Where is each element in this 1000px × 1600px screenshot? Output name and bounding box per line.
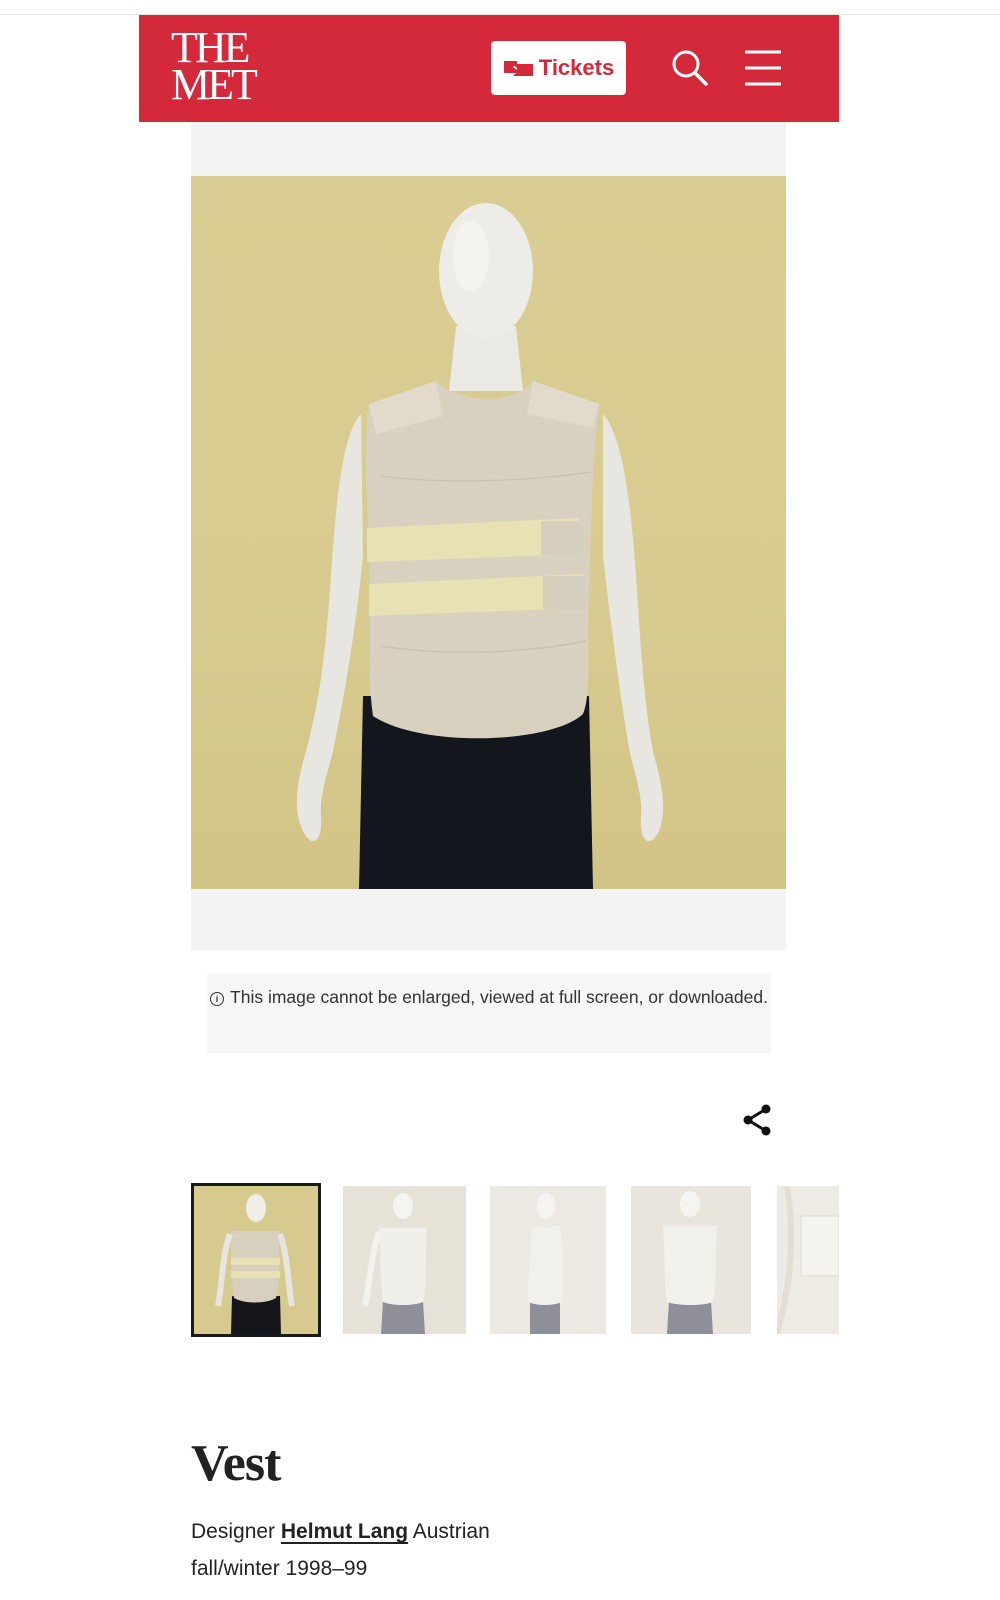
thumbnail-image — [343, 1186, 466, 1334]
hamburger-menu-icon — [745, 50, 781, 86]
thumbnail-strip — [191, 1183, 839, 1338]
designer-nationality: Austrian — [412, 1520, 490, 1543]
menu-button[interactable] — [743, 48, 783, 88]
object-date: fall/winter 1998–99 — [191, 1557, 368, 1580]
logo-line-2: MET — [171, 60, 258, 109]
thumbnail-image — [490, 1186, 606, 1334]
designer-prefix: Designer — [191, 1520, 276, 1543]
thumbnail-side-view[interactable] — [490, 1186, 606, 1334]
thumbnail-image — [777, 1186, 839, 1334]
object-title: Vest — [191, 1435, 281, 1492]
notice-text: This image cannot be enlarged, viewed at… — [230, 987, 768, 1007]
search-icon — [672, 50, 708, 86]
thumbnail-image — [631, 1186, 751, 1334]
met-logo[interactable]: THE MET — [171, 26, 258, 109]
thumbnail-back-view[interactable] — [631, 1186, 751, 1334]
designer-link[interactable]: Helmut Lang — [281, 1520, 408, 1543]
thumbnail-label-detail[interactable] — [777, 1186, 839, 1334]
object-designer-line: Designer Helmut Lang Austrian — [191, 1520, 490, 1544]
thumbnail-image — [194, 1186, 318, 1334]
search-button[interactable] — [669, 47, 711, 89]
share-icon — [743, 1104, 771, 1136]
image-restriction-notice: i This image cannot be enlarged, viewed a… — [207, 973, 771, 1053]
thumbnail-front-view[interactable] — [191, 1183, 321, 1337]
thumbnail-front-view-light[interactable] — [343, 1186, 466, 1334]
info-icon: i — [210, 992, 225, 1006]
share-button[interactable] — [741, 1103, 775, 1137]
artwork-image-frame — [191, 122, 786, 950]
artwork-image — [191, 176, 786, 889]
ticket-icon — [503, 61, 533, 76]
mannequin-vest-illustration — [296, 203, 664, 889]
tickets-label: Tickets — [538, 55, 615, 80]
site-header: THE MET Tickets — [139, 15, 839, 122]
tickets-button[interactable]: Tickets — [491, 41, 626, 95]
